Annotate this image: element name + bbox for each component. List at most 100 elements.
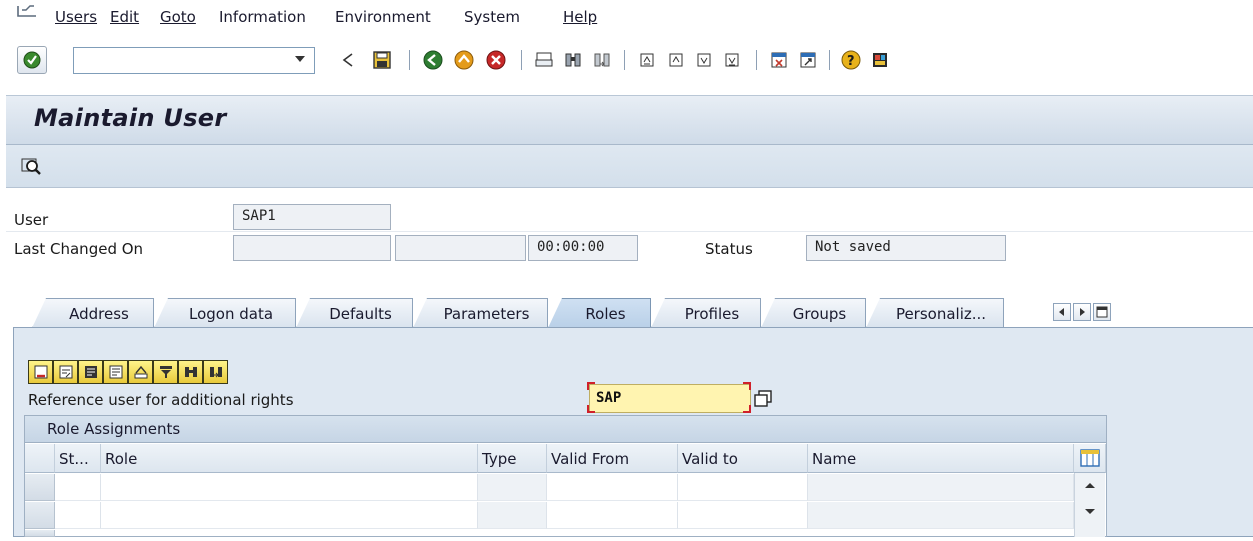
back-arrow-icon[interactable]: [341, 52, 355, 68]
tab-defaults[interactable]: Defaults: [296, 298, 413, 328]
insert-row-icon: [59, 365, 72, 379]
tab-parameters[interactable]: Parameters: [413, 298, 548, 328]
tab-label: Roles: [585, 304, 626, 323]
cell-status: [55, 474, 101, 501]
column-settings-button[interactable]: [1074, 444, 1106, 473]
cell-valid-from[interactable]: [547, 474, 678, 501]
find-button[interactable]: [561, 48, 585, 72]
deselect-all-icon: [109, 365, 122, 379]
last-changed-date-field[interactable]: [395, 235, 526, 261]
delete-row-button[interactable]: [28, 360, 53, 384]
user-field[interactable]: SAP1: [233, 204, 391, 230]
insert-row-button[interactable]: [53, 360, 78, 384]
menu-help[interactable]: Help: [563, 8, 597, 26]
tab-address[interactable]: Address: [32, 298, 154, 328]
new-session-button[interactable]: [767, 48, 791, 72]
print-list-button[interactable]: [128, 360, 153, 384]
next-page-button[interactable]: [692, 48, 716, 72]
find-next-button[interactable]: [590, 48, 614, 72]
separator: [409, 50, 410, 70]
last-changed-by-field[interactable]: [233, 235, 391, 261]
tab-list-button[interactable]: [1093, 303, 1111, 321]
column-settings-icon: [1079, 449, 1100, 467]
row-selector[interactable]: [25, 474, 55, 501]
back-button[interactable]: [421, 48, 445, 72]
deselect-all-button[interactable]: [103, 360, 128, 384]
tab-personalization[interactable]: Personaliz...: [866, 298, 1004, 328]
reference-user-input[interactable]: SAP: [589, 384, 751, 413]
menu-information[interactable]: Information: [219, 8, 306, 26]
tab-scroll-left-button[interactable]: [1053, 303, 1071, 321]
exit-icon: [454, 50, 474, 70]
enter-icon: [23, 51, 41, 69]
enter-button[interactable]: [17, 46, 47, 74]
help-icon: ?: [841, 50, 861, 70]
cell-type: [478, 502, 547, 529]
save-button[interactable]: [370, 48, 394, 72]
tab-logon-data[interactable]: Logon data: [154, 298, 296, 328]
display-change-icon[interactable]: [20, 155, 42, 177]
select-all-icon: [84, 366, 97, 378]
menu-system[interactable]: System: [464, 8, 520, 26]
last-page-button[interactable]: [720, 48, 744, 72]
layout-button[interactable]: [868, 48, 892, 72]
column-header-valid-to[interactable]: Valid to: [678, 444, 808, 473]
column-header-valid-from[interactable]: Valid From: [547, 444, 678, 473]
separator: [756, 50, 757, 70]
find-icon: [565, 53, 581, 67]
column-header-status[interactable]: St...: [55, 444, 101, 473]
cell-valid-to[interactable]: [678, 474, 808, 501]
tab-groups[interactable]: Groups: [761, 298, 866, 328]
shortcut-button[interactable]: [796, 48, 820, 72]
menu-users[interactable]: Users: [55, 8, 97, 26]
find-next-button[interactable]: [203, 360, 228, 384]
column-header-name[interactable]: Name: [808, 444, 1074, 473]
command-field[interactable]: [73, 47, 315, 74]
select-all-button[interactable]: [78, 360, 103, 384]
tab-label: Profiles: [684, 304, 740, 323]
row-selector[interactable]: [25, 502, 55, 529]
column-header-role[interactable]: Role: [101, 444, 478, 473]
select-all-rows-header[interactable]: [25, 444, 55, 473]
cancel-button[interactable]: [484, 48, 508, 72]
cell-valid-to[interactable]: [678, 502, 808, 529]
separator: [521, 50, 522, 70]
cell-role[interactable]: [101, 474, 478, 501]
help-button[interactable]: ?: [839, 48, 863, 72]
previous-page-button[interactable]: [664, 48, 688, 72]
tab-roles[interactable]: Roles: [548, 298, 651, 328]
column-header-type[interactable]: Type: [478, 444, 547, 473]
menu-environment[interactable]: Environment: [335, 8, 431, 26]
focus-corner: [743, 405, 751, 413]
tab-scroll-right-button[interactable]: [1073, 303, 1091, 321]
focus-corner: [587, 382, 595, 390]
vertical-scrollbar[interactable]: [1074, 473, 1105, 537]
menu-glyph-icon[interactable]: [16, 4, 38, 20]
tab-label: Parameters: [443, 304, 530, 323]
cell-valid-from[interactable]: [547, 502, 678, 529]
filter-button[interactable]: [153, 360, 178, 384]
cell-type: [478, 474, 547, 501]
cell-role[interactable]: [101, 502, 478, 529]
save-icon: [373, 51, 391, 69]
exit-button[interactable]: [452, 48, 476, 72]
command-dropdown-icon[interactable]: [293, 52, 307, 66]
last-changed-time-field[interactable]: 00:00:00: [528, 235, 638, 261]
print-button[interactable]: [532, 48, 556, 72]
chevron-right-icon: [1080, 308, 1085, 316]
cancel-icon: [486, 50, 506, 70]
row-selector[interactable]: [25, 530, 55, 537]
back-icon: [423, 50, 443, 70]
find-next-icon: [594, 53, 610, 67]
find-button[interactable]: [178, 360, 203, 384]
tab-label: Address: [69, 304, 129, 323]
copy-icon[interactable]: [752, 389, 774, 409]
menu-goto[interactable]: Goto: [160, 8, 196, 26]
tab-label: Groups: [792, 304, 847, 323]
menu-edit[interactable]: Edit: [110, 8, 139, 26]
cell-name: [808, 474, 1074, 501]
tab-profiles[interactable]: Profiles: [651, 298, 761, 328]
previous-page-icon: [669, 53, 683, 67]
divider: [6, 231, 1253, 232]
first-page-button[interactable]: [635, 48, 659, 72]
